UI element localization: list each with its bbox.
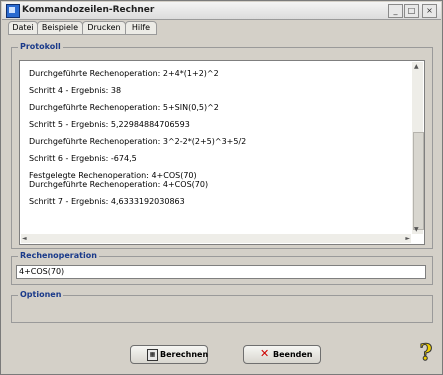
protokoll-gap [29,78,409,86]
protokoll-line: Festgelegte Rechenoperation: 4+COS(70) [29,171,197,180]
scroll-thumb[interactable] [413,132,424,230]
berechnen-label: Berechnen [160,350,209,359]
window-title: Kommandozeilen-Rechner [22,5,155,15]
horizontal-scrollbar[interactable]: ◄ ► [21,234,411,243]
menu-datei[interactable]: Datei [8,21,38,35]
menu-drucken[interactable]: Drucken [82,21,126,35]
protokoll-gap [29,112,409,120]
protokoll-group: Protokoll Durchgeführte Rechenoperation:… [11,42,433,249]
protokoll-lines: Durchgeführte Rechenoperation: 2+4*(1+2)… [29,69,409,206]
help-icon[interactable]: ? [415,341,437,366]
main-window: Kommandozeilen-Rechner _ □ × Datei Beisp… [0,0,443,375]
protokoll-line: Schritt 6 - Ergebnis: -674,5 [29,154,137,163]
protokoll-line: Schritt 7 - Ergebnis: 4,6333192030863 [29,197,185,206]
protokoll-legend: Protokoll [18,42,63,51]
minimize-button[interactable]: _ [388,4,403,18]
menu-beispiele[interactable]: Beispiele [37,21,83,35]
protokoll-line: Durchgeführte Rechenoperation: 4+COS(70) [29,180,209,189]
protokoll-line: Schritt 4 - Ergebnis: 38 [29,86,122,95]
protokoll-line: Durchgeführte Rechenoperation: 3^2-2*(2+… [29,137,247,146]
calculator-icon: ▦ [147,349,158,361]
maximize-button[interactable]: □ [404,4,419,18]
protokoll-gap [29,163,409,171]
berechnen-button[interactable]: ▦ Berechnen [130,345,208,364]
protokoll-line: Durchgeführte Rechenoperation: 5+SIN(0,5… [29,103,219,112]
protokoll-gap [29,95,409,103]
protokoll-gap [29,189,409,197]
scroll-left-icon[interactable]: ◄ [22,235,27,242]
optionen-legend: Optionen [18,290,64,299]
protokoll-line: Durchgeführte Rechenoperation: 2+4*(1+2)… [29,69,219,78]
menu-bar: Datei Beispiele Drucken Hilfe [2,20,441,35]
scroll-right-icon[interactable]: ► [405,235,410,242]
scroll-up-icon[interactable]: ▲ [414,63,419,70]
beenden-label: Beenden [273,350,313,359]
close-x-icon: ✕ [260,347,270,360]
app-icon [6,4,20,18]
beenden-button[interactable]: ✕ Beenden [243,345,321,364]
vertical-scrollbar[interactable]: ▲ ▼ [412,62,424,234]
protokoll-line: Schritt 5 - Ergebnis: 5,22984884706593 [29,120,190,129]
scroll-down-icon[interactable]: ▼ [414,226,419,233]
protokoll-gap [29,129,409,137]
title-bar[interactable]: Kommandozeilen-Rechner _ □ × [2,2,441,20]
optionen-group: Optionen [11,290,433,323]
menu-hilfe[interactable]: Hilfe [125,21,157,35]
protokoll-log[interactable]: Durchgeführte Rechenoperation: 2+4*(1+2)… [19,60,425,245]
rechenoperation-input[interactable]: 4+COS(70) [16,265,426,279]
rechenoperation-group: Rechenoperation 4+COS(70) [11,251,433,285]
rechenoperation-legend: Rechenoperation [18,251,99,260]
protokoll-gap [29,146,409,154]
close-window-button[interactable]: × [422,4,437,18]
